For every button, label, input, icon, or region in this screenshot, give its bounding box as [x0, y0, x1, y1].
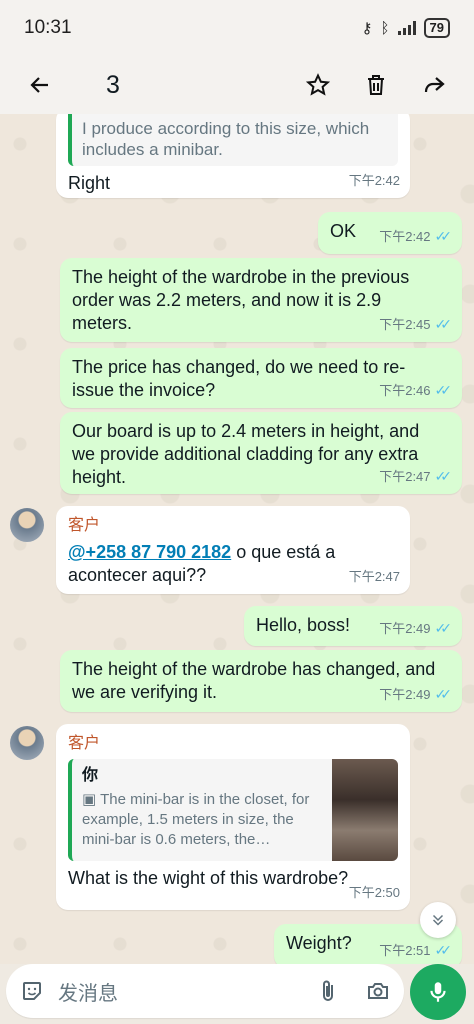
double-chevron-down-icon: [432, 914, 444, 926]
message-time: 下午2:51: [379, 943, 431, 958]
message-meta: 下午2:42 ✓✓: [379, 225, 452, 248]
message-time: 下午2:47: [379, 469, 431, 484]
message-time: 下午2:50: [348, 885, 400, 900]
message-time: 下午2:42: [348, 173, 400, 188]
quote-text: I produce according to this size, which …: [82, 119, 370, 159]
read-ticks-icon: ✓✓: [434, 942, 453, 958]
message-meta: 下午2:46 ✓✓: [379, 379, 452, 402]
quote-thumbnail-image: [332, 759, 398, 861]
signal-icon: [397, 21, 416, 35]
message-time: 下午2:45: [379, 317, 431, 332]
voice-message-button[interactable]: [410, 964, 466, 1020]
read-ticks-icon: ✓✓: [434, 382, 453, 398]
message-time: 下午2:47: [348, 569, 400, 584]
message-meta: 下午2:45 ✓✓: [379, 313, 452, 336]
message-incoming[interactable]: 客户 @+258 87 790 2182 o que está a aconte…: [56, 506, 410, 594]
status-bar: 10:31 ⚷ ᛒ 79: [0, 0, 474, 56]
message-meta: 下午2:49 ✓✓: [379, 683, 452, 706]
quote-author: 你: [82, 767, 99, 784]
quote-text: The mini-bar is in the closet, for examp…: [82, 791, 310, 848]
battery-icon: 79: [423, 18, 450, 38]
message-outgoing[interactable]: OK 下午2:42 ✓✓: [318, 212, 462, 254]
mention-link[interactable]: @+258 87 790 2182: [68, 542, 231, 562]
message-time: 下午2:42: [379, 229, 431, 244]
message-text: Weight?: [286, 933, 352, 953]
sender-name[interactable]: 客户: [68, 732, 398, 755]
quoted-message[interactable]: I produce according to this size, which …: [68, 114, 398, 166]
message-text: OK: [330, 221, 357, 241]
arrow-left-icon: [30, 77, 48, 93]
message-outgoing[interactable]: Our board is up to 2.4 meters in height,…: [60, 412, 462, 494]
message-outgoing[interactable]: The price has changed, do we need to re-…: [60, 348, 462, 408]
message-incoming[interactable]: I produce according to this size, which …: [56, 114, 410, 198]
message-incoming[interactable]: 客户 你 ▣ The mini-bar is in the closet, fo…: [56, 724, 410, 910]
message-meta: 下午2:51 ✓✓: [379, 939, 452, 962]
message-time: 下午2:49: [379, 621, 431, 636]
message-outgoing[interactable]: The height of the wardrobe has changed, …: [60, 650, 462, 712]
message-meta: 下午2:42: [349, 169, 400, 192]
message-outgoing[interactable]: Hello, boss! 下午2:49 ✓✓: [244, 606, 462, 646]
delete-button[interactable]: [354, 63, 398, 107]
bluetooth-icon: ᛒ: [380, 19, 390, 37]
quote-body: ▣ The mini-bar is in the closet, for exa…: [82, 790, 320, 850]
scroll-to-bottom-button[interactable]: [420, 902, 456, 938]
sticker-icon[interactable]: [20, 979, 44, 1003]
chat-area[interactable]: I produce according to this size, which …: [0, 114, 474, 964]
trash-icon: [368, 75, 384, 95]
read-ticks-icon: ✓✓: [434, 686, 453, 702]
message-input[interactable]: 发消息: [58, 977, 316, 1006]
avatar[interactable]: [10, 508, 44, 542]
sender-name[interactable]: 客户: [68, 514, 398, 537]
battery-level: 79: [429, 20, 444, 35]
forward-icon: [424, 77, 445, 93]
selected-count: 3: [106, 70, 120, 99]
message-time: 下午2:49: [379, 687, 431, 702]
back-button[interactable]: [18, 63, 62, 107]
image-icon: ▣: [82, 791, 101, 808]
status-icons: ⚷ ᛒ 79: [362, 18, 450, 38]
avatar[interactable]: [10, 726, 44, 760]
message-time: 下午2:46: [379, 383, 431, 398]
read-ticks-icon: ✓✓: [434, 620, 453, 636]
star-icon: [306, 73, 330, 96]
attach-icon[interactable]: [316, 979, 340, 1003]
selection-action-bar: 3: [0, 56, 474, 114]
microphone-icon: [430, 982, 446, 1002]
message-meta: 下午2:49 ✓✓: [379, 617, 452, 640]
read-ticks-icon: ✓✓: [434, 228, 453, 244]
status-time: 10:31: [24, 17, 72, 38]
message-input-container: 发消息: [6, 964, 404, 1018]
read-ticks-icon: ✓✓: [434, 316, 453, 332]
read-ticks-icon: ✓✓: [434, 468, 453, 484]
message-meta: 下午2:50: [349, 881, 400, 904]
composer-bar: 发消息: [0, 964, 474, 1024]
star-button[interactable]: [296, 63, 340, 107]
forward-button[interactable]: [412, 63, 456, 107]
message-text: Hello, boss!: [256, 615, 351, 635]
message-meta: 下午2:47 ✓✓: [379, 465, 452, 488]
message-meta: 下午2:47: [349, 565, 400, 588]
quoted-message[interactable]: 你 ▣ The mini-bar is in the closet, for e…: [68, 759, 398, 861]
camera-icon[interactable]: [366, 979, 390, 1003]
key-icon: ⚷: [361, 20, 373, 37]
message-outgoing[interactable]: The height of the wardrobe in the previo…: [60, 258, 462, 342]
